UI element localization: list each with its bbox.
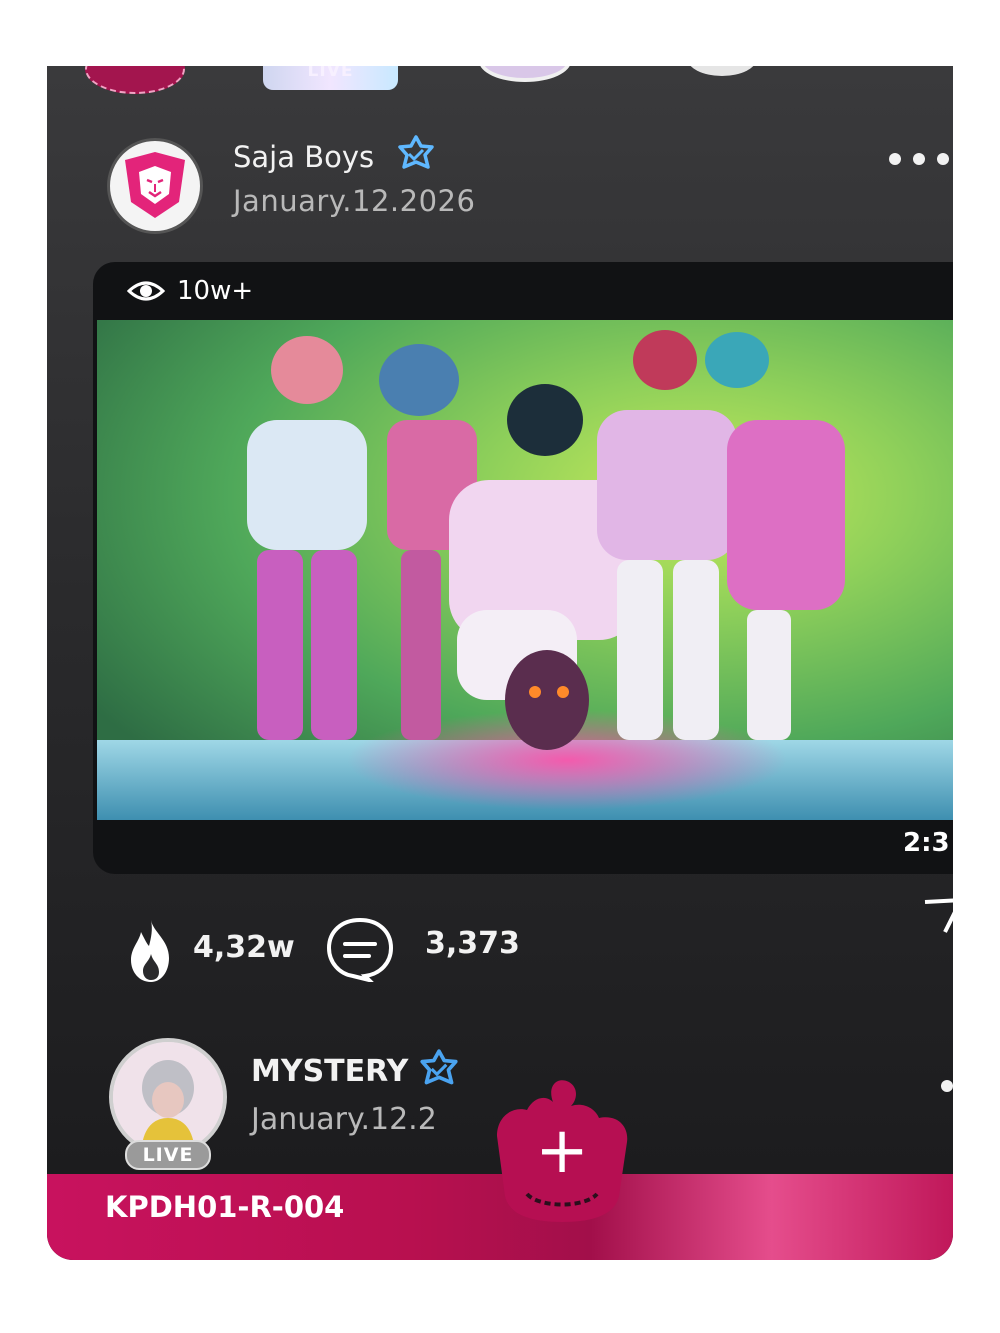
verified-badge-icon <box>420 1049 458 1085</box>
story-item[interactable] <box>85 66 185 94</box>
author-name[interactable]: MYSTERY <box>251 1054 408 1089</box>
author-name[interactable]: Saja Boys <box>233 140 374 174</box>
view-count-label: 10w+ <box>177 276 254 306</box>
add-symbol: + <box>535 1114 589 1188</box>
card-code: KPDH01-R-004 <box>105 1190 345 1224</box>
avatar-illustration <box>113 1042 223 1152</box>
view-count: 10w+ <box>127 276 253 306</box>
post-stats: 4,32w 3,373 <box>123 916 923 986</box>
share-icon[interactable] <box>921 896 953 936</box>
post-date: January.12.2 <box>251 1102 437 1137</box>
add-icon[interactable]: + <box>487 1076 637 1224</box>
thumbnail-illustration <box>97 330 953 820</box>
avatar-live[interactable] <box>109 1038 227 1156</box>
story-item-live[interactable]: LIVE <box>263 66 398 90</box>
video-player[interactable]: 10w+ 2:3 <box>93 262 953 874</box>
more-options-icon[interactable] <box>889 150 953 168</box>
post-date: January.12.2026 <box>233 184 476 218</box>
lion-logo-icon <box>125 152 185 218</box>
video-duration: 2:3 <box>903 828 950 858</box>
story-item[interactable] <box>687 66 757 76</box>
eye-icon <box>127 281 165 301</box>
story-item[interactable] <box>479 66 571 82</box>
comment-icon[interactable] <box>325 916 395 982</box>
flame-icon[interactable] <box>123 918 179 984</box>
live-badge: LIVE <box>125 1140 211 1170</box>
video-thumbnail[interactable] <box>97 320 953 820</box>
post-card: LIVE Saja Boys January.12.2026 10w+ 2:3 … <box>47 66 953 1260</box>
more-options-icon[interactable] <box>941 1080 953 1092</box>
stories-strip: LIVE <box>47 66 953 106</box>
likes-count: 4,32w <box>193 930 295 965</box>
verified-badge-icon <box>398 135 434 169</box>
avatar[interactable] <box>107 138 203 234</box>
comments-count: 3,373 <box>425 926 520 961</box>
